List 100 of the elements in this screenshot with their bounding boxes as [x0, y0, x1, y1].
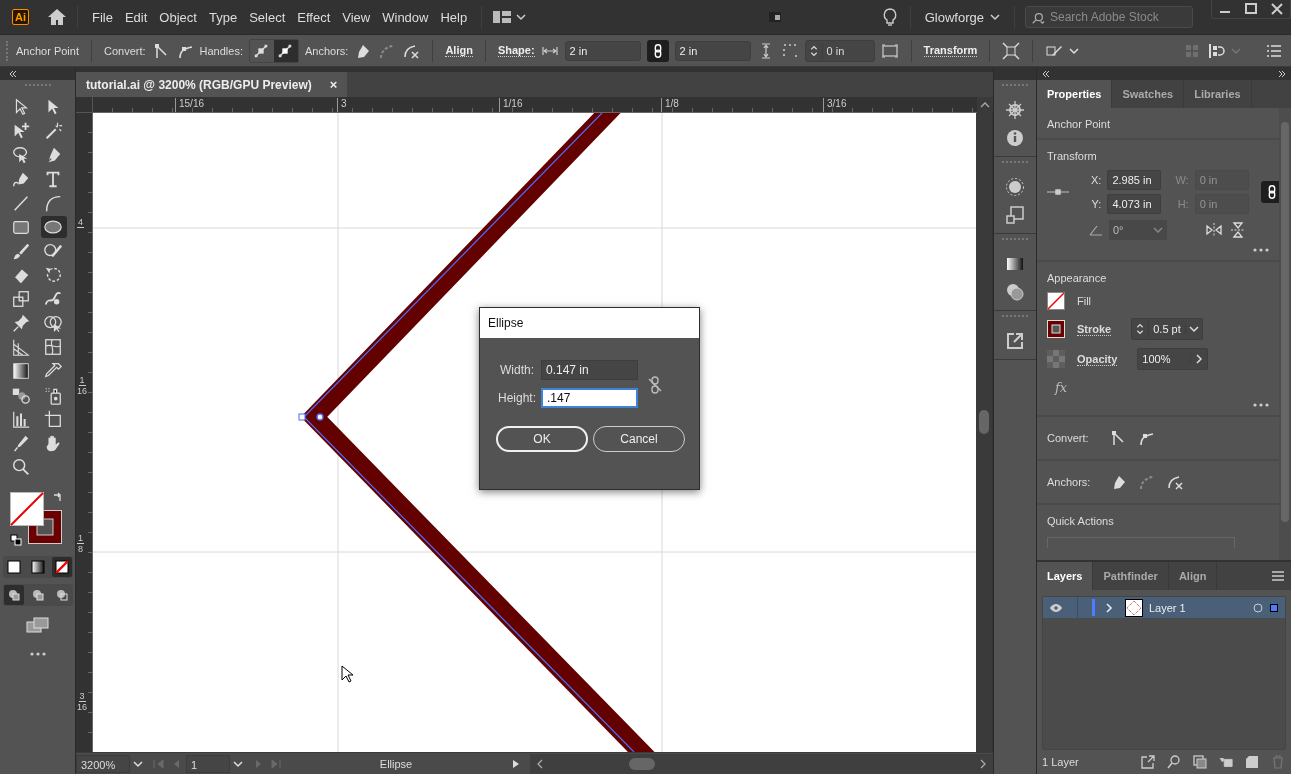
broken-link-icon[interactable] — [648, 376, 662, 394]
bounding-box-icon[interactable] — [880, 41, 899, 60]
opacity-field[interactable]: 100% — [1137, 348, 1209, 370]
selection-square-icon[interactable] — [1269, 602, 1279, 613]
opacity-link[interactable]: Opacity — [1077, 352, 1118, 366]
stroke-swatch-icon[interactable] — [1047, 320, 1065, 338]
collapse-icon[interactable] — [1041, 69, 1051, 78]
export-icon[interactable] — [1005, 331, 1025, 351]
new-sublayer-icon[interactable] — [1218, 755, 1233, 769]
constrain-link-button[interactable] — [646, 39, 669, 62]
caret-icon[interactable] — [133, 758, 143, 769]
scrollbar-thumb[interactable] — [1281, 122, 1289, 522]
ship-wheel-icon[interactable] — [1005, 100, 1025, 120]
caret-icon[interactable] — [1184, 324, 1202, 334]
menu-item[interactable]: Select — [245, 9, 290, 25]
scrollbar-thumb[interactable] — [979, 410, 989, 434]
caret-icon[interactable] — [1069, 45, 1080, 56]
expand-chevron-icon[interactable] — [1105, 602, 1113, 613]
page-dropdown[interactable]: 1 — [186, 754, 230, 773]
panel-tab[interactable]: Swatches — [1112, 80, 1185, 108]
more-icon[interactable] — [29, 652, 46, 656]
handles-label: Handles: — [199, 44, 243, 57]
panel-tab[interactable]: Align — [1168, 562, 1218, 590]
flip-horizontal-icon[interactable] — [1205, 221, 1223, 239]
isolate-icon[interactable] — [1002, 41, 1021, 60]
tool-button[interactable] — [40, 216, 67, 238]
height-input[interactable]: .147 — [541, 388, 638, 408]
info-icon[interactable] — [1005, 128, 1025, 148]
zoom-dropdown[interactable]: 3200% — [76, 754, 130, 773]
coordinate-field[interactable]: 2.985 in — [1107, 170, 1162, 190]
anchor-point[interactable] — [298, 413, 306, 421]
scroll-right-icon[interactable] — [979, 758, 987, 769]
width-input[interactable]: 0.147 in — [541, 360, 638, 380]
search-icon[interactable] — [1166, 755, 1181, 769]
caret-icon[interactable] — [233, 758, 243, 769]
swap-arrows-icon[interactable] — [51, 492, 64, 504]
menu-item[interactable]: Object — [155, 9, 201, 25]
corner-radius-field[interactable]: 0 in — [804, 39, 875, 62]
document-tab[interactable]: tutorial.ai @ 3200% (RGB/GPU Preview) × — [76, 72, 348, 97]
panel-tab[interactable]: Properties — [1037, 80, 1113, 108]
more-options-icon[interactable] — [1253, 403, 1269, 407]
draw-mode-icon[interactable] — [3, 585, 24, 605]
cancel-button[interactable]: Cancel — [593, 426, 685, 452]
export-icon[interactable] — [1140, 755, 1155, 769]
clipping-mask-icon[interactable] — [1192, 755, 1207, 769]
menu-item[interactable]: View — [338, 9, 375, 25]
menu-item[interactable]: File — [88, 9, 117, 25]
menu-item[interactable]: Edit — [120, 9, 152, 25]
menu-item[interactable]: Type — [204, 9, 242, 25]
more-options-icon[interactable] — [1253, 248, 1269, 252]
layer-name: Layer 1 — [1149, 601, 1186, 614]
panel-menu-icon[interactable] — [1271, 569, 1285, 583]
panel-tab[interactable]: Pathfinder — [1093, 562, 1169, 590]
workspace-switcher[interactable]: Glowforge — [920, 9, 1004, 25]
menu-item[interactable]: Window — [378, 9, 433, 25]
panel-tab[interactable]: Layers — [1037, 562, 1094, 590]
arrange-icon[interactable] — [1005, 205, 1025, 225]
transparency-icon[interactable] — [1005, 282, 1025, 302]
fill-swatch-icon[interactable] — [1047, 292, 1065, 310]
close-tab-button[interactable]: × — [329, 77, 338, 92]
none-mode-icon[interactable] — [51, 557, 72, 577]
align-objects-icon[interactable] — [1207, 41, 1225, 60]
width-field[interactable]: 2 in — [564, 40, 641, 61]
gradient-icon — [10, 361, 31, 381]
flip-vertical-icon[interactable] — [1229, 221, 1247, 239]
fill-swatch-icon[interactable] — [9, 492, 44, 526]
screen-mode-icon[interactable] — [25, 616, 50, 634]
panel-tab[interactable]: Libraries — [1184, 80, 1252, 108]
expand-icon[interactable] — [1277, 69, 1287, 78]
corner-icon[interactable] — [780, 41, 799, 60]
stroke-link[interactable]: Stroke — [1077, 322, 1112, 336]
cut-path-icon[interactable] — [1166, 473, 1185, 491]
caret-icon[interactable] — [516, 12, 527, 22]
collapse-icon[interactable] — [8, 69, 18, 78]
anchors-label: Anchors: — [305, 44, 349, 57]
height-field[interactable]: 2 in — [674, 40, 751, 61]
home-icon[interactable] — [47, 7, 67, 27]
stroke-weight-field[interactable]: 0.5 pt — [1131, 318, 1203, 340]
shape-link[interactable]: Shape: — [497, 44, 535, 57]
coordinate-field[interactable]: 4.073 in — [1107, 194, 1162, 214]
search-field[interactable]: Search Adobe Stock — [1025, 6, 1193, 28]
menu-item[interactable]: Effect — [293, 9, 335, 25]
menu-item[interactable]: Help — [436, 9, 472, 25]
target-circle-icon[interactable] — [1253, 602, 1263, 613]
effects-button[interactable]: fx — [1055, 380, 1068, 395]
new-layer-icon[interactable] — [1244, 755, 1259, 769]
ok-button[interactable]: OK — [496, 426, 588, 452]
constrain-link-button[interactable] — [1260, 181, 1279, 203]
default-colors-icon[interactable] — [9, 534, 22, 546]
brightness-icon[interactable] — [1005, 177, 1025, 197]
scrollbar-thumb[interactable] — [628, 757, 655, 770]
scroll-left-icon[interactable] — [536, 758, 544, 769]
reference-point-icon[interactable] — [1047, 188, 1069, 196]
transform-link[interactable]: Transform — [923, 44, 978, 57]
rotation-dropdown[interactable]: 0° — [1109, 220, 1167, 240]
layer-row[interactable]: Layer 1 — [1043, 597, 1285, 618]
scroll-up-icon[interactable] — [980, 101, 990, 109]
handle-toggle-button[interactable] — [274, 39, 298, 62]
align-link[interactable]: Align — [445, 44, 473, 57]
mesh-icon — [42, 337, 63, 357]
